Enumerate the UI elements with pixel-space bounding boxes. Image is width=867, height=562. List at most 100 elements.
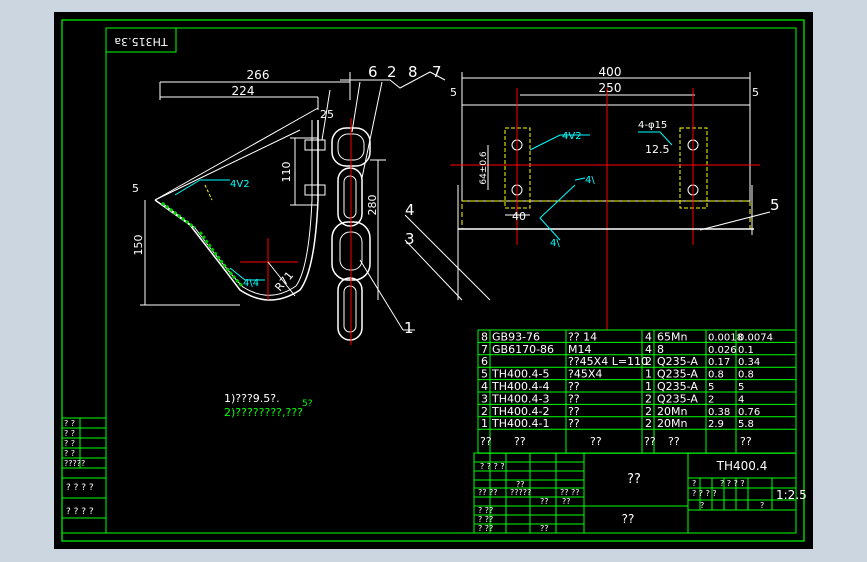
bom-cell-qty: 2 [645, 417, 652, 430]
bom-cell-no: 8 [481, 330, 488, 343]
balloon-4: 4 [405, 201, 415, 219]
bom-cell-code: TH400.4-3 [491, 392, 549, 405]
balloon-3: 3 [405, 230, 415, 248]
bom-header-cell: ?? [480, 435, 492, 448]
bom-cell-name: ?? [568, 392, 580, 405]
title-scale: 1:2.5 [776, 488, 807, 502]
title-small-1: ?? [540, 524, 549, 533]
dim-250: 250 [599, 81, 622, 95]
bom-header-cell: ?? [590, 435, 602, 448]
bom-cell-unit-weight: 0.026 [708, 345, 737, 356]
bom-cell-no: 5 [481, 368, 488, 381]
bom-cell-name: ?? 14 [568, 330, 597, 343]
dim-12-5: 12.5 [645, 143, 670, 156]
balloon-2: 2 [387, 63, 397, 81]
bom-cell-total-weight: 4 [738, 394, 744, 405]
bom-cell-no: 1 [481, 417, 488, 430]
bom-cell-material: 8 [657, 343, 664, 356]
title-small-5: ? [760, 501, 764, 510]
dim-64: 64±0.6 [479, 151, 489, 185]
bom-cell-code: TH400.4-4 [491, 380, 549, 393]
side-label-4: ????? [64, 459, 85, 468]
bom-cell-no: 7 [481, 343, 488, 356]
dim-5-left: 5 [132, 182, 139, 195]
title-label-b1: ? ?? [478, 515, 493, 524]
bom-cell-no: 6 [481, 355, 488, 368]
bom-cell-unit-weight: 0.8 [708, 370, 724, 381]
bom-cell-code: TH400.4-2 [491, 405, 549, 418]
bom-cell-unit-weight: 5 [708, 382, 714, 393]
bom-cell-qty: 1 [645, 368, 652, 381]
weld-label-44-left: 4\4 [243, 278, 259, 289]
bom-cell-total-weight: 0.76 [738, 407, 760, 418]
bom-cell-material: 20Mn [657, 417, 687, 430]
balloon-8: 8 [408, 63, 418, 81]
dim-400: 400 [599, 65, 622, 79]
bom-cell-material: 20Mn [657, 405, 687, 418]
code-box-label: TH315.3a [114, 35, 168, 48]
bom-cell-name: ?? [568, 380, 580, 393]
bom-cell-no: 3 [481, 392, 488, 405]
balloon-5: 5 [770, 196, 780, 214]
bom-cell-name: ??45X4 L=110 [568, 355, 648, 368]
title-label-b2: ? ?? [478, 524, 493, 533]
balloon-6: 6 [368, 63, 378, 81]
bom-cell-total-weight: 0.8 [738, 370, 754, 381]
bom-cell-name: ?? [568, 417, 580, 430]
bom-cell-unit-weight: 2.9 [708, 419, 724, 430]
bom-header-cell: ?? [668, 435, 680, 448]
side-label-2: ? ? [64, 439, 75, 448]
bom-cell-material: Q235-A [657, 355, 698, 368]
side-label-6: ? ? ? ? [66, 507, 94, 517]
title-company: ?? [622, 512, 635, 526]
weld-label-4v2-left: 4V2 [230, 179, 250, 190]
bom-cell-qty: 2 [645, 405, 652, 418]
holes-4-15: 4-φ15 [638, 120, 667, 131]
dim-266: 266 [247, 68, 270, 82]
bom-cell-unit-weight: 2 [708, 394, 714, 405]
note-2: 2)????????,??? [224, 406, 303, 419]
dim-5-right-b: 5 [752, 86, 759, 99]
title-mark-1: ? ? ? ? [692, 489, 717, 498]
title-code: TH400.4 [716, 459, 768, 473]
dim-40: 40 [512, 210, 526, 223]
bom-cell-qty: 1 [645, 380, 652, 393]
side-label-1: ? ? [64, 429, 75, 438]
title-small-4: ? [700, 501, 704, 510]
balloon-1: 1 [404, 319, 414, 337]
title-label-a2: ?? ?? [560, 488, 580, 497]
weld-label-4v2-right: 4V2 [562, 131, 582, 142]
bom-cell-no: 2 [481, 405, 488, 418]
title-mark-2: ? ? ? ? [720, 479, 745, 488]
title-small-2: ?? [516, 480, 525, 489]
bom-header-cell: ?? [740, 435, 752, 448]
cad-drawing-canvas: TH315.3a 266 224 25 110 280 150 5 4V2 4\… [54, 12, 813, 549]
bom-cell-total-weight: 0.34 [738, 357, 760, 368]
bom-cell-unit-weight: 0.38 [708, 407, 730, 418]
dim-25: 25 [320, 108, 334, 121]
bom-cell-total-weight: 5.8 [738, 419, 754, 430]
bom-cell-qty: 4 [645, 343, 652, 356]
title-small-3: ?? [562, 497, 571, 506]
title-name: ?? [627, 472, 641, 487]
model-space [54, 12, 813, 549]
dim-280: 280 [366, 195, 379, 216]
note-small: 5? [302, 399, 313, 409]
bom-cell-material: Q235-A [657, 392, 698, 405]
title-small-0: ?? [540, 497, 549, 506]
bom-cell-unit-weight: 0.17 [708, 357, 730, 368]
dim-110: 110 [280, 162, 293, 183]
bom-cell-name: ?45X4 [568, 368, 602, 381]
title-small-6: ? [692, 479, 696, 488]
bom-cell-material: Q235-A [657, 368, 698, 381]
bom-cell-total-weight: 0.1 [738, 345, 754, 356]
side-label-5: ? ? ? ? [66, 483, 94, 493]
title-label-a1: ????? [510, 488, 531, 497]
bom-header-cell: ?? [644, 435, 656, 448]
weld-label-4-right-a: 4\ [585, 175, 595, 186]
bom-cell-name: ?? [568, 405, 580, 418]
bom-cell-qty: 2 [645, 392, 652, 405]
title-label-a0: ?? ?? [478, 488, 498, 497]
bom-cell-qty: 4 [645, 330, 652, 343]
balloon-7: 7 [432, 63, 442, 81]
